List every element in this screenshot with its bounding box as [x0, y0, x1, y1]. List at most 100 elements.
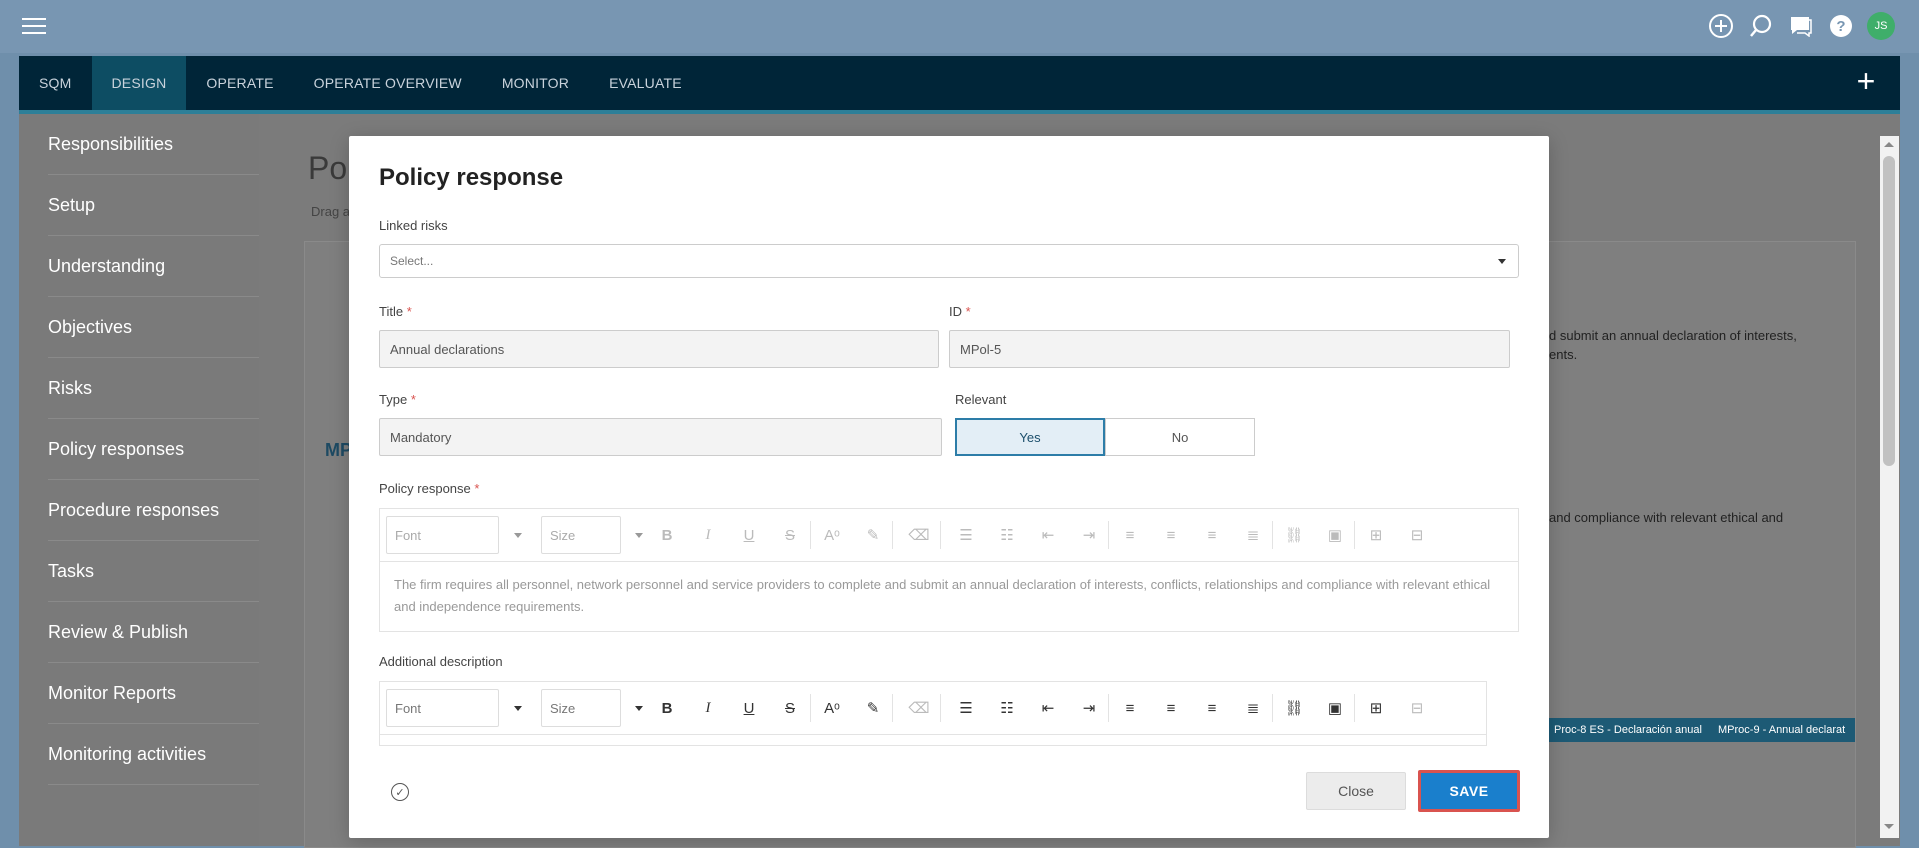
title-input[interactable]: Annual declarations [379, 330, 939, 368]
close-button[interactable]: Close [1306, 772, 1406, 810]
font-caret-icon[interactable] [514, 706, 522, 711]
tab-design[interactable]: DESIGN [91, 56, 187, 110]
relevant-yes-button[interactable]: Yes [955, 418, 1105, 456]
page-subtitle: Drag a [311, 204, 351, 219]
tab-monitor[interactable]: MONITOR [482, 56, 589, 110]
align-left-icon[interactable]: ≡ [1118, 523, 1142, 547]
modal-title: Policy response [379, 164, 564, 191]
bold-icon[interactable]: B [655, 696, 679, 720]
tab-sqm[interactable]: SQM [19, 56, 92, 110]
user-avatar[interactable]: JS [1867, 12, 1895, 40]
underline-icon[interactable]: U [737, 696, 761, 720]
bullet-list-icon[interactable]: ☰ [954, 523, 978, 547]
size-caret-icon[interactable] [635, 533, 643, 538]
type-input[interactable]: Mandatory [379, 418, 942, 456]
eraser-icon[interactable]: ⌫ [907, 696, 931, 720]
chat-icon[interactable] [1787, 12, 1815, 40]
strikethrough-icon[interactable]: S [778, 696, 802, 720]
table-insert-icon[interactable]: ⊞ [1364, 523, 1388, 547]
sidebar-item-procedure-responses[interactable]: Procedure responses [48, 480, 264, 541]
type-label: Type * [379, 392, 416, 407]
link-icon[interactable]: ⛓ [1282, 696, 1306, 720]
tab-operate-overview[interactable]: OPERATE OVERVIEW [294, 56, 482, 110]
sidebar-item-monitoring-activities[interactable]: Monitoring activities [48, 724, 264, 785]
help-icon[interactable]: ? [1827, 12, 1855, 40]
plus-circle-icon[interactable] [1707, 12, 1735, 40]
page-title: Pol [308, 150, 355, 186]
size-caret-icon[interactable] [635, 706, 643, 711]
sidebar-item-risks[interactable]: Risks [48, 358, 264, 419]
align-center-icon[interactable]: ≡ [1159, 523, 1183, 547]
svg-text:?: ? [1836, 18, 1845, 35]
relevant-no-button[interactable]: No [1105, 418, 1255, 456]
size-select[interactable]: Size [541, 689, 621, 727]
sidebar-item-monitor-reports[interactable]: Monitor Reports [48, 663, 264, 724]
align-right-icon[interactable]: ≡ [1200, 696, 1224, 720]
add-plus-icon[interactable]: + [1850, 65, 1882, 98]
table-insert-icon[interactable]: ⊞ [1364, 696, 1388, 720]
sidebar-item-policy-responses[interactable]: Policy responses [48, 419, 264, 480]
search-icon[interactable] [1747, 12, 1775, 40]
main-nav: SQM DESIGN OPERATE OPERATE OVERVIEW MONI… [19, 56, 1900, 110]
font-caret-icon[interactable] [514, 533, 522, 538]
outdent-icon[interactable]: ⇤ [1036, 523, 1060, 547]
align-justify-icon[interactable]: ≣ [1241, 523, 1265, 547]
image-icon[interactable]: ▣ [1323, 696, 1347, 720]
font-select[interactable]: Font [386, 689, 499, 727]
outdent-icon[interactable]: ⇤ [1036, 696, 1060, 720]
sidebar-item-objectives[interactable]: Objectives [48, 297, 264, 358]
save-button[interactable]: SAVE [1418, 770, 1520, 812]
linked-risks-select[interactable]: Select... [379, 244, 1519, 278]
align-left-icon[interactable]: ≡ [1118, 696, 1142, 720]
align-right-icon[interactable]: ≡ [1200, 523, 1224, 547]
highlight-icon[interactable]: ✎ [861, 696, 885, 720]
bullet-list-icon[interactable]: ☰ [954, 696, 978, 720]
italic-icon[interactable]: I [696, 696, 720, 720]
link-icon[interactable]: ⛓ [1282, 523, 1306, 547]
scrollbar-thumb[interactable] [1883, 156, 1895, 466]
align-justify-icon[interactable]: ≣ [1241, 696, 1265, 720]
policy-response-editor: Font Size B I U S Aᵒ ✎ ⌫ ☰ ☷ ⇤ ⇥ ≡ ≡ ≡ ≣… [379, 508, 1519, 632]
id-input[interactable]: MPol-5 [949, 330, 1510, 368]
strikethrough-icon[interactable]: S [778, 523, 802, 547]
table-remove-icon[interactable]: ⊟ [1405, 523, 1429, 547]
bg-chip-2[interactable]: MProc-9 - Annual declarat [1708, 718, 1856, 742]
indent-icon[interactable]: ⇥ [1077, 696, 1101, 720]
policy-response-text[interactable]: The firm requires all personnel, network… [380, 562, 1518, 630]
numbered-list-icon[interactable]: ☷ [995, 696, 1019, 720]
scroll-down-icon[interactable] [1884, 824, 1894, 829]
highlight-icon[interactable]: ✎ [861, 523, 885, 547]
align-center-icon[interactable]: ≡ [1159, 696, 1183, 720]
font-select[interactable]: Font [386, 516, 499, 554]
toolbar-divider [1354, 694, 1355, 722]
text-color-icon[interactable]: Aᵒ [820, 696, 844, 720]
bold-icon[interactable]: B [655, 523, 679, 547]
table-remove-icon[interactable]: ⊟ [1405, 696, 1429, 720]
indent-icon[interactable]: ⇥ [1077, 523, 1101, 547]
sidebar-item-review-publish[interactable]: Review & Publish [48, 602, 264, 663]
toolbar-divider [810, 694, 811, 722]
check-circle-icon[interactable]: ✓ [391, 783, 409, 801]
sidebar-item-setup[interactable]: Setup [48, 175, 264, 236]
id-label: ID * [949, 304, 971, 319]
hamburger-menu-icon[interactable] [22, 18, 46, 34]
modal-scrollbar[interactable] [1880, 136, 1899, 838]
italic-icon[interactable]: I [696, 523, 720, 547]
numbered-list-icon[interactable]: ☷ [995, 523, 1019, 547]
toolbar-divider [940, 521, 941, 549]
sidebar: Responsibilities Setup Understanding Obj… [19, 114, 264, 846]
text-color-icon[interactable]: Aᵒ [820, 523, 844, 547]
tab-evaluate[interactable]: EVALUATE [589, 56, 702, 110]
eraser-icon[interactable]: ⌫ [907, 523, 931, 547]
scroll-up-icon[interactable] [1884, 142, 1894, 147]
tab-operate[interactable]: OPERATE [186, 56, 293, 110]
bg-chip-1[interactable]: Proc-8 ES - Declaración anual [1544, 718, 1712, 742]
image-icon[interactable]: ▣ [1323, 523, 1347, 547]
top-icons: ? JS [1707, 12, 1895, 40]
size-select[interactable]: Size [541, 516, 621, 554]
sidebar-item-responsibilities[interactable]: Responsibilities [48, 114, 264, 175]
sidebar-item-tasks[interactable]: Tasks [48, 541, 264, 602]
title-label: Title * [379, 304, 412, 319]
underline-icon[interactable]: U [737, 523, 761, 547]
sidebar-item-understanding[interactable]: Understanding [48, 236, 264, 297]
